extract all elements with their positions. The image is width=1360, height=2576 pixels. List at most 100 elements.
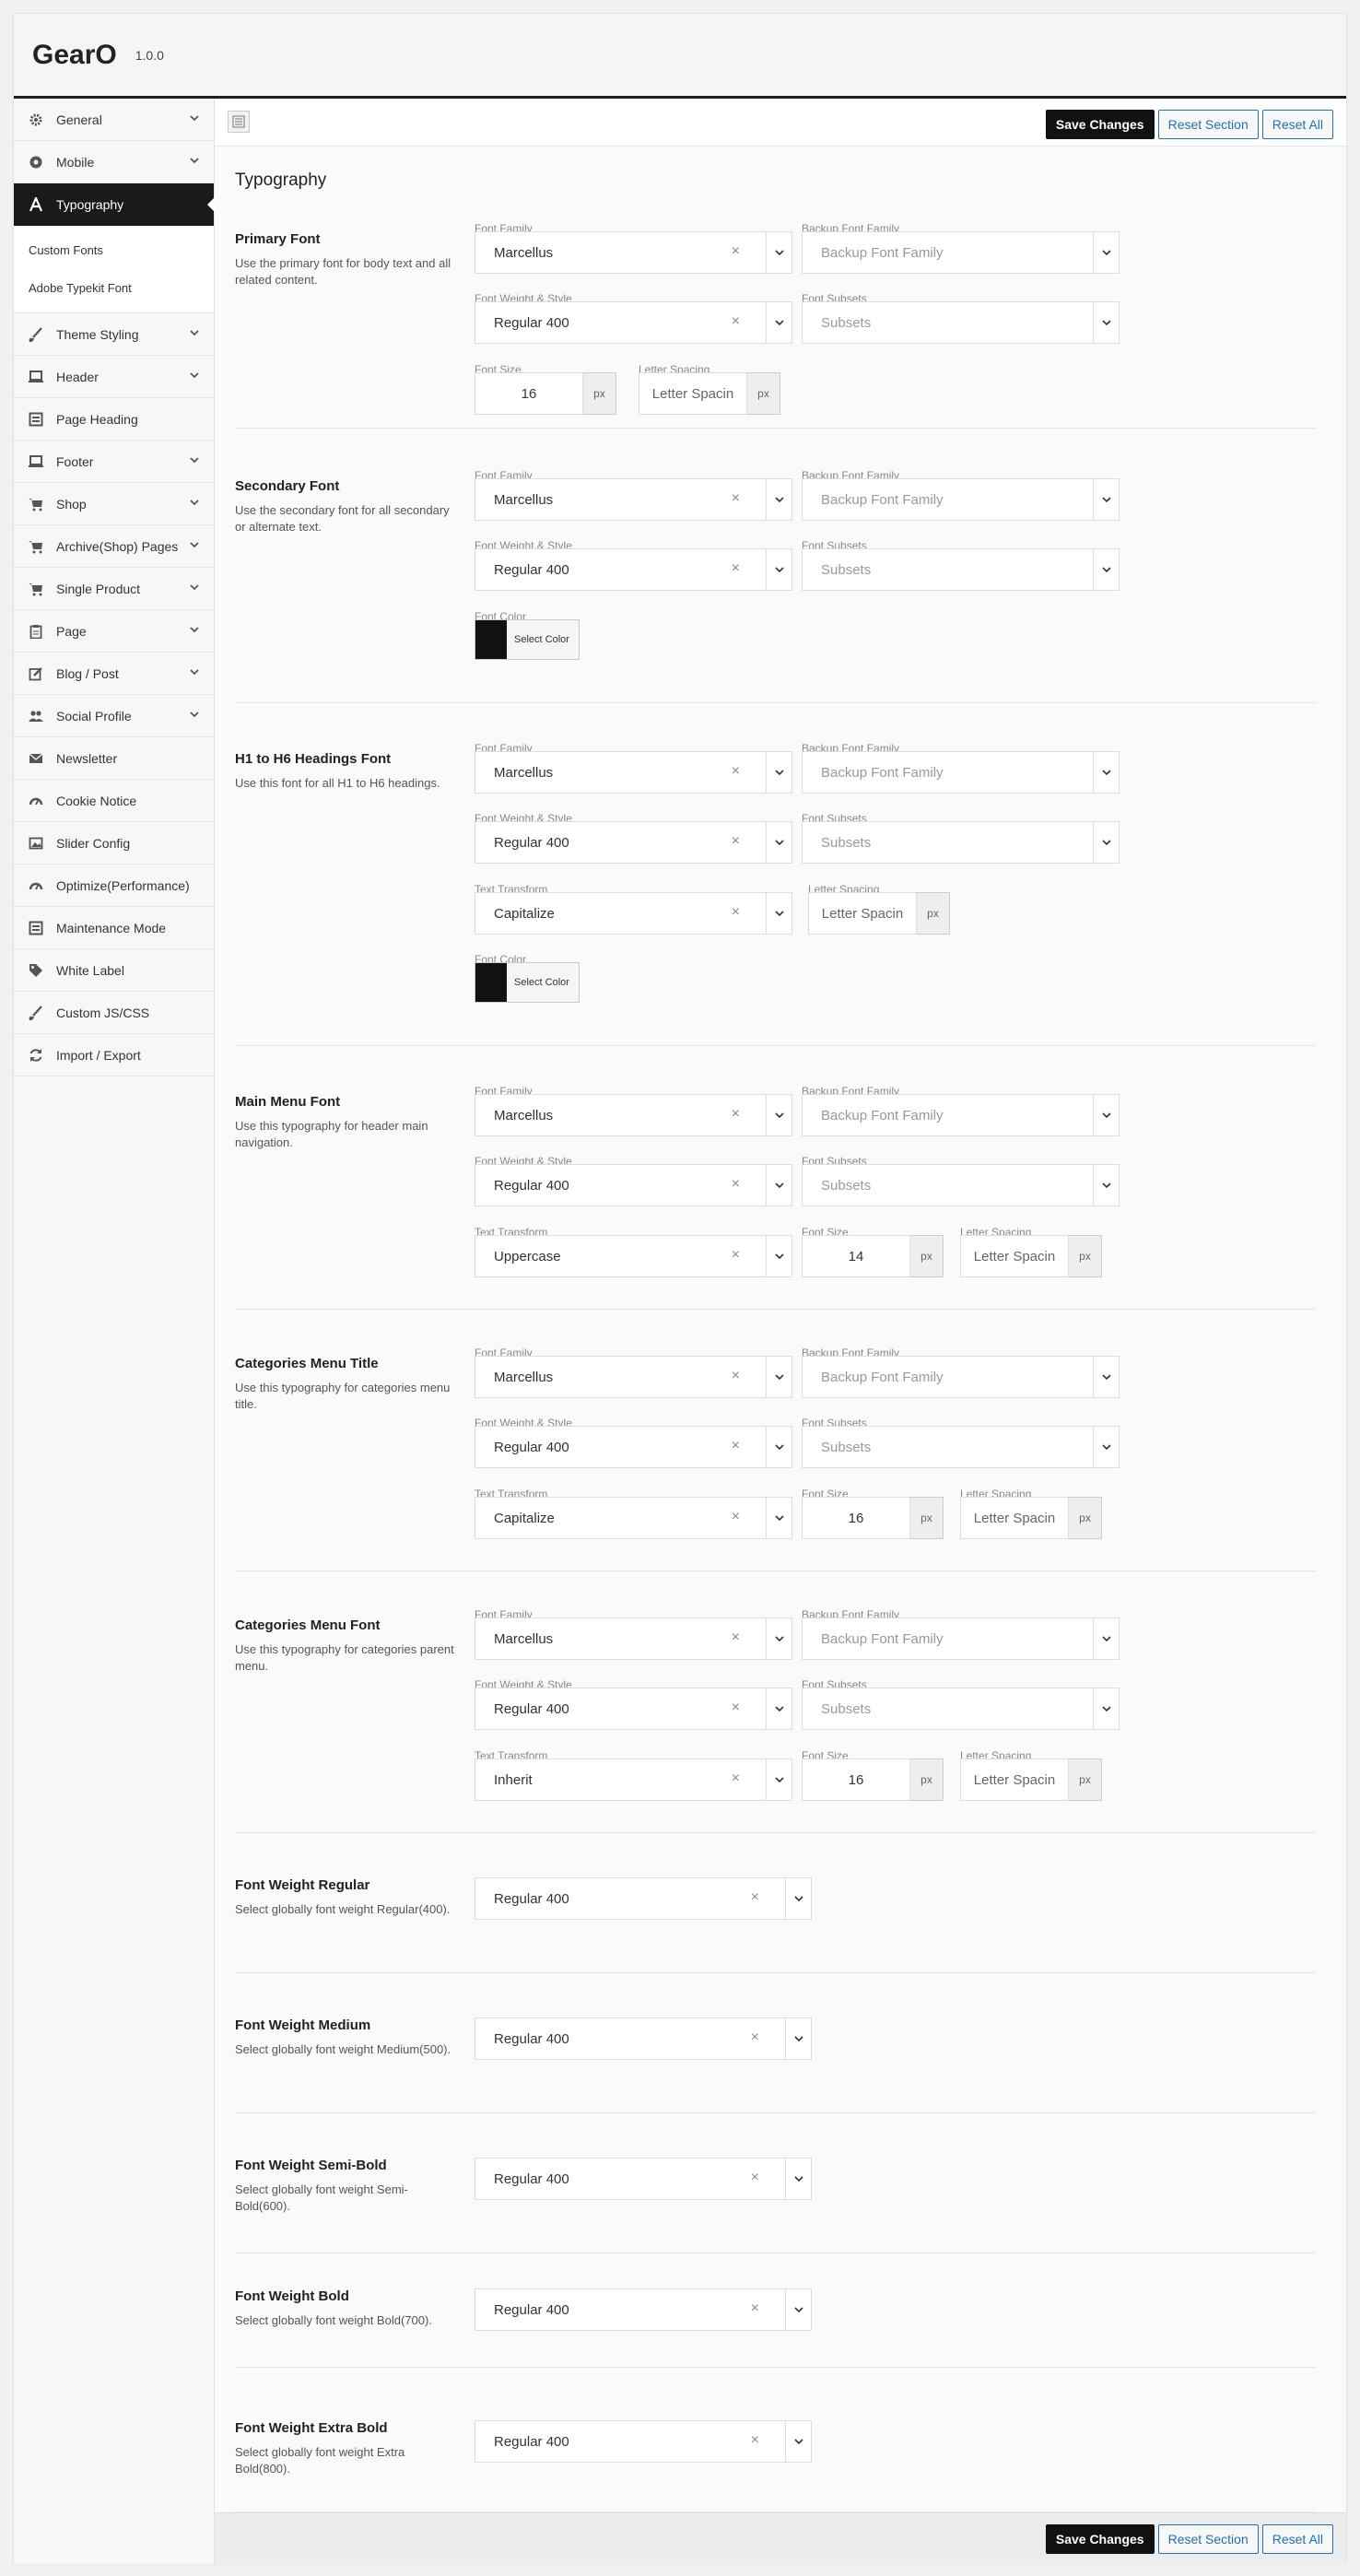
clear-icon[interactable]: × xyxy=(732,560,740,577)
main-menu-letter-spacing[interactable]: Letter Spacin px xyxy=(960,1235,1102,1277)
primary-letter-spacing[interactable]: Letter Spacin px xyxy=(639,372,780,415)
chevron-down-icon[interactable] xyxy=(766,1095,791,1135)
sidebar-item-page[interactable]: Page xyxy=(14,610,214,653)
chevron-down-icon[interactable] xyxy=(1093,1357,1119,1397)
chevron-down-icon[interactable] xyxy=(766,1498,791,1538)
clear-icon[interactable]: × xyxy=(732,1770,740,1787)
main-menu-text-transform-select[interactable]: Uppercase × xyxy=(475,1235,792,1277)
sidebar-item-typography[interactable]: Typography xyxy=(14,183,215,226)
headings-text-transform-select[interactable]: Capitalize × xyxy=(475,892,792,935)
sidebar-item-footer[interactable]: Footer xyxy=(14,441,214,483)
sidebar-item-blog-post[interactable]: Blog / Post xyxy=(14,653,214,695)
chevron-down-icon[interactable] xyxy=(766,822,791,863)
chevron-down-icon[interactable] xyxy=(188,538,201,551)
chevron-down-icon[interactable] xyxy=(1093,1618,1119,1659)
chevron-down-icon[interactable] xyxy=(188,326,201,339)
cat-font-font-subsets-select[interactable]: Subsets xyxy=(802,1688,1120,1730)
sidebar-item-import-export[interactable]: Import / Export xyxy=(14,1034,214,1076)
headings-font-weight-select[interactable]: Regular 400 × xyxy=(475,821,792,864)
cat-title-font-family-select[interactable]: Marcellus × xyxy=(475,1356,792,1398)
main-menu-font-size-input[interactable]: 14 xyxy=(802,1235,910,1277)
main-menu-letter-spacing-input[interactable]: Letter Spacin xyxy=(960,1235,1069,1277)
clear-icon[interactable]: × xyxy=(732,904,740,921)
cat-font-font-weight-select[interactable]: Regular 400 × xyxy=(475,1688,792,1730)
chevron-down-icon[interactable] xyxy=(188,453,201,466)
chevron-down-icon[interactable] xyxy=(785,2421,811,2462)
chevron-down-icon[interactable] xyxy=(766,1759,791,1800)
chevron-down-icon[interactable] xyxy=(188,581,201,594)
sidebar-item-shop[interactable]: Shop xyxy=(14,483,214,525)
chevron-down-icon[interactable] xyxy=(1093,1165,1119,1206)
clear-icon[interactable]: × xyxy=(732,243,740,260)
chevron-down-icon[interactable] xyxy=(1093,479,1119,520)
clear-icon[interactable]: × xyxy=(732,833,740,850)
clear-icon[interactable]: × xyxy=(732,1176,740,1193)
sidebar-item-maintenance-mode[interactable]: Maintenance Mode xyxy=(14,907,214,949)
chevron-down-icon[interactable] xyxy=(1093,752,1119,793)
chevron-down-icon[interactable] xyxy=(188,708,201,721)
fw-extrabold-select[interactable]: Regular 400 × xyxy=(475,2420,812,2463)
clear-icon[interactable]: × xyxy=(732,1700,740,1716)
clear-icon[interactable]: × xyxy=(732,1368,740,1384)
sidebar-item-general[interactable]: General xyxy=(14,99,214,141)
chevron-down-icon[interactable] xyxy=(766,1618,791,1659)
chevron-down-icon[interactable] xyxy=(1093,232,1119,273)
sidebar-item-header[interactable]: Header xyxy=(14,356,214,398)
cat-title-font-weight-select[interactable]: Regular 400 × xyxy=(475,1426,792,1468)
chevron-down-icon[interactable] xyxy=(188,112,201,124)
primary-font-weight-select[interactable]: Regular 400 × xyxy=(475,301,792,344)
clear-icon[interactable]: × xyxy=(732,490,740,507)
cat-font-font-size-input[interactable]: 16 xyxy=(802,1759,910,1801)
chevron-down-icon[interactable] xyxy=(785,2289,811,2330)
cat-font-font-family-select[interactable]: Marcellus × xyxy=(475,1617,792,1660)
chevron-down-icon[interactable] xyxy=(766,302,791,343)
chevron-down-icon[interactable] xyxy=(766,1357,791,1397)
cat-title-font-subsets-select[interactable]: Subsets xyxy=(802,1426,1120,1468)
clear-icon[interactable]: × xyxy=(732,313,740,330)
main-menu-font-subsets-select[interactable]: Subsets xyxy=(802,1164,1120,1206)
reset-all-button[interactable]: Reset All xyxy=(1261,110,1333,139)
chevron-down-icon[interactable] xyxy=(766,752,791,793)
cat-title-letter-spacing-input[interactable]: Letter Spacin xyxy=(960,1497,1069,1539)
primary-letter-spacing-input[interactable]: Letter Spacin xyxy=(639,372,747,415)
sidebar-item-page-heading[interactable]: Page Heading xyxy=(14,398,214,441)
clear-icon[interactable]: × xyxy=(732,1247,740,1264)
clear-icon[interactable]: × xyxy=(732,1106,740,1123)
secondary-font-color[interactable]: Select Color xyxy=(475,619,580,660)
primary-font-subsets-select[interactable]: Subsets xyxy=(802,301,1120,344)
cat-title-font-size-input[interactable]: 16 xyxy=(802,1497,910,1539)
sidebar-item-archive-shop-pages[interactable]: Archive(Shop) Pages xyxy=(14,525,214,568)
sidebar-item-mobile[interactable]: Mobile xyxy=(14,141,214,183)
save-changes-button[interactable]: Save Changes xyxy=(1045,110,1155,139)
chevron-down-icon[interactable] xyxy=(785,2018,811,2059)
chevron-down-icon[interactable] xyxy=(766,1165,791,1206)
chevron-down-icon[interactable] xyxy=(766,549,791,590)
fw-regular-select[interactable]: Regular 400 × xyxy=(475,1877,812,1920)
clear-icon[interactable]: × xyxy=(751,2300,759,2317)
cat-font-font-size[interactable]: 16 px xyxy=(802,1759,944,1801)
chevron-down-icon[interactable] xyxy=(1093,302,1119,343)
primary-font-size[interactable]: 16 px xyxy=(475,372,616,415)
clear-icon[interactable]: × xyxy=(732,1438,740,1454)
secondary-font-weight-select[interactable]: Regular 400 × xyxy=(475,548,792,591)
cat-title-text-transform-select[interactable]: Capitalize × xyxy=(475,1497,792,1539)
chevron-down-icon[interactable] xyxy=(1093,1427,1119,1467)
reset-all-button-bottom[interactable]: Reset All xyxy=(1261,2524,1333,2554)
sidebar-item-slider-config[interactable]: Slider Config xyxy=(14,822,214,865)
sidebar-item-single-product[interactable]: Single Product xyxy=(14,568,214,610)
chevron-down-icon[interactable] xyxy=(785,2158,811,2199)
secondary-font-family-select[interactable]: Marcellus × xyxy=(475,478,792,521)
expand-toggle-icon[interactable] xyxy=(228,111,250,133)
clear-icon[interactable]: × xyxy=(751,2170,759,2186)
chevron-down-icon[interactable] xyxy=(188,496,201,509)
chevron-down-icon[interactable] xyxy=(188,665,201,678)
main-menu-font-family-select[interactable]: Marcellus × xyxy=(475,1094,792,1136)
chevron-down-icon[interactable] xyxy=(766,893,791,934)
primary-font-size-input[interactable]: 16 xyxy=(475,372,583,415)
sidebar-item-white-label[interactable]: White Label xyxy=(14,949,214,992)
main-menu-font-weight-select[interactable]: Regular 400 × xyxy=(475,1164,792,1206)
chevron-down-icon[interactable] xyxy=(766,1688,791,1729)
sidebar-item-optimize-performance[interactable]: Optimize(Performance) xyxy=(14,865,214,907)
cat-title-font-size[interactable]: 16 px xyxy=(802,1497,944,1539)
clear-icon[interactable]: × xyxy=(732,763,740,780)
